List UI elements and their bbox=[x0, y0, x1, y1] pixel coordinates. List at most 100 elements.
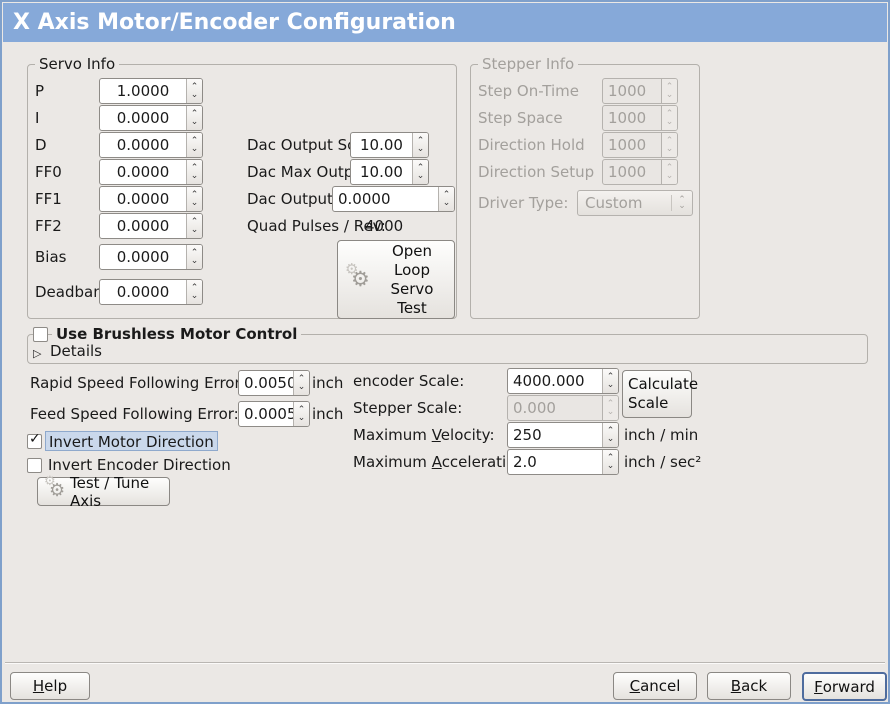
spin-arrows[interactable] bbox=[186, 133, 202, 157]
dac-output-offset-spinbox[interactable]: 0.0000 bbox=[332, 186, 455, 212]
calculate-scale-line: Scale bbox=[628, 394, 668, 413]
spin-arrows[interactable] bbox=[186, 187, 202, 211]
spin-down-icon[interactable] bbox=[413, 145, 428, 157]
invert-encoder-direction-checkbox[interactable] bbox=[27, 458, 42, 473]
i-label: I bbox=[35, 105, 39, 131]
dac-output-offset-value[interactable]: 0.0000 bbox=[333, 187, 438, 211]
spin-down-icon bbox=[603, 408, 618, 420]
details-expander-icon[interactable] bbox=[33, 346, 47, 362]
maximum-acceleration-value[interactable]: 2.0 bbox=[508, 450, 602, 474]
direction-setup-spinbox: 1000 bbox=[602, 159, 678, 185]
ff0-value[interactable]: 0.0000 bbox=[100, 160, 186, 184]
encoder-scale-value[interactable]: 4000.000 bbox=[508, 369, 602, 393]
spin-arrows[interactable] bbox=[602, 423, 618, 447]
spin-arrows[interactable] bbox=[412, 133, 428, 157]
test-tune-axis-button[interactable]: Test / Tune Axis bbox=[37, 477, 170, 506]
rapid-following-error-spinbox[interactable]: 0.0050 bbox=[238, 370, 310, 396]
back-button[interactable]: Back bbox=[707, 672, 791, 700]
forward-button[interactable]: Forward bbox=[802, 672, 887, 701]
spin-down-icon[interactable] bbox=[187, 118, 202, 130]
step-on-time-spinbox: 1000 bbox=[602, 78, 678, 104]
deadband-value[interactable]: 0.0000 bbox=[100, 280, 186, 304]
d-value[interactable]: 0.0000 bbox=[100, 133, 186, 157]
spin-arrows[interactable] bbox=[186, 280, 202, 304]
dac-output-scale-value[interactable]: 10.00 bbox=[351, 133, 412, 157]
spin-down-icon[interactable] bbox=[187, 257, 202, 269]
spin-down-icon[interactable] bbox=[294, 414, 309, 426]
spin-arrows[interactable] bbox=[293, 371, 309, 395]
dac-max-output-value[interactable]: 10.00 bbox=[351, 160, 412, 184]
spin-arrows[interactable] bbox=[438, 187, 454, 211]
servo-info-frame-title: Servo Info bbox=[35, 55, 119, 73]
rapid-following-error-value[interactable]: 0.0050 bbox=[239, 371, 293, 395]
open-loop-servo-test-button[interactable]: Open Loop Servo Test bbox=[337, 240, 455, 319]
use-brushless-checkbox[interactable] bbox=[33, 327, 48, 342]
invert-motor-direction-checkbox[interactable] bbox=[27, 434, 42, 449]
spin-down-icon[interactable] bbox=[187, 226, 202, 238]
open-loop-line: Loop bbox=[394, 261, 430, 280]
feed-following-error-spinbox[interactable]: 0.0005 bbox=[238, 401, 310, 427]
ff1-value[interactable]: 0.0000 bbox=[100, 187, 186, 211]
ff0-spinbox[interactable]: 0.0000 bbox=[99, 159, 203, 185]
help-button[interactable]: Help bbox=[10, 672, 90, 700]
i-spinbox[interactable]: 0.0000 bbox=[99, 105, 203, 131]
ff2-spinbox[interactable]: 0.0000 bbox=[99, 213, 203, 239]
spin-down-icon[interactable] bbox=[187, 199, 202, 211]
spin-down-icon[interactable] bbox=[439, 199, 454, 211]
spin-down-icon[interactable] bbox=[187, 145, 202, 157]
d-spinbox[interactable]: 0.0000 bbox=[99, 132, 203, 158]
maximum-velocity-spinbox[interactable]: 250 bbox=[507, 422, 619, 448]
spin-arrows bbox=[602, 396, 618, 420]
p-label: P bbox=[35, 78, 44, 104]
dac-max-output-spinbox[interactable]: 10.00 bbox=[350, 159, 429, 185]
ff1-spinbox[interactable]: 0.0000 bbox=[99, 186, 203, 212]
calculate-scale-button[interactable]: Calculate Scale bbox=[622, 370, 692, 418]
spin-down-icon[interactable] bbox=[603, 462, 618, 474]
deadband-spinbox[interactable]: 0.0000 bbox=[99, 279, 203, 305]
driver-type-label: Driver Type: bbox=[478, 190, 568, 216]
maximum-acceleration-spinbox[interactable]: 2.0 bbox=[507, 449, 619, 475]
details-expander-label[interactable]: Details bbox=[50, 341, 102, 361]
feed-following-error-value[interactable]: 0.0005 bbox=[239, 402, 293, 426]
spin-arrows[interactable] bbox=[186, 245, 202, 269]
p-value[interactable]: 1.0000 bbox=[100, 79, 186, 103]
direction-hold-label: Direction Hold bbox=[478, 132, 585, 158]
spin-down-icon bbox=[662, 118, 677, 130]
spin-arrows[interactable] bbox=[293, 402, 309, 426]
spin-arrows[interactable] bbox=[602, 450, 618, 474]
spin-arrows[interactable] bbox=[412, 160, 428, 184]
spin-arrows[interactable] bbox=[186, 106, 202, 130]
stepper-info-frame-title: Stepper Info bbox=[478, 55, 578, 73]
cancel-button-mnemonic: C bbox=[630, 677, 640, 695]
spin-arrows[interactable] bbox=[602, 369, 618, 393]
step-space-label: Step Space bbox=[478, 105, 563, 131]
spin-down-icon[interactable] bbox=[603, 381, 618, 393]
spin-down-icon[interactable] bbox=[294, 383, 309, 395]
help-button-mnemonic: H bbox=[33, 677, 44, 695]
spin-down-icon[interactable] bbox=[187, 91, 202, 103]
spin-down-icon[interactable] bbox=[603, 435, 618, 447]
p-spinbox[interactable]: 1.0000 bbox=[99, 78, 203, 104]
footer-separator bbox=[5, 662, 885, 664]
spin-down-icon[interactable] bbox=[187, 172, 202, 184]
encoder-scale-spinbox[interactable]: 4000.000 bbox=[507, 368, 619, 394]
ff2-value[interactable]: 0.0000 bbox=[100, 214, 186, 238]
bias-spinbox[interactable]: 0.0000 bbox=[99, 244, 203, 270]
direction-hold-spinbox: 1000 bbox=[602, 132, 678, 158]
bias-value[interactable]: 0.0000 bbox=[100, 245, 186, 269]
dac-output-scale-spinbox[interactable]: 10.00 bbox=[350, 132, 429, 158]
spin-arrows[interactable] bbox=[186, 160, 202, 184]
invert-encoder-direction-label[interactable]: Invert Encoder Direction bbox=[45, 455, 234, 475]
spin-arrows[interactable] bbox=[186, 79, 202, 103]
invert-motor-direction-label[interactable]: Invert Motor Direction bbox=[45, 431, 218, 451]
spin-down-icon[interactable] bbox=[187, 292, 202, 304]
maximum-velocity-value[interactable]: 250 bbox=[508, 423, 602, 447]
i-value[interactable]: 0.0000 bbox=[100, 106, 186, 130]
cancel-button[interactable]: Cancel bbox=[613, 672, 697, 700]
open-loop-line: Open bbox=[392, 242, 432, 261]
ff1-label: FF1 bbox=[35, 186, 62, 212]
spin-down-icon[interactable] bbox=[413, 172, 428, 184]
spin-arrows bbox=[661, 79, 677, 103]
spin-arrows bbox=[661, 133, 677, 157]
spin-arrows[interactable] bbox=[186, 214, 202, 238]
